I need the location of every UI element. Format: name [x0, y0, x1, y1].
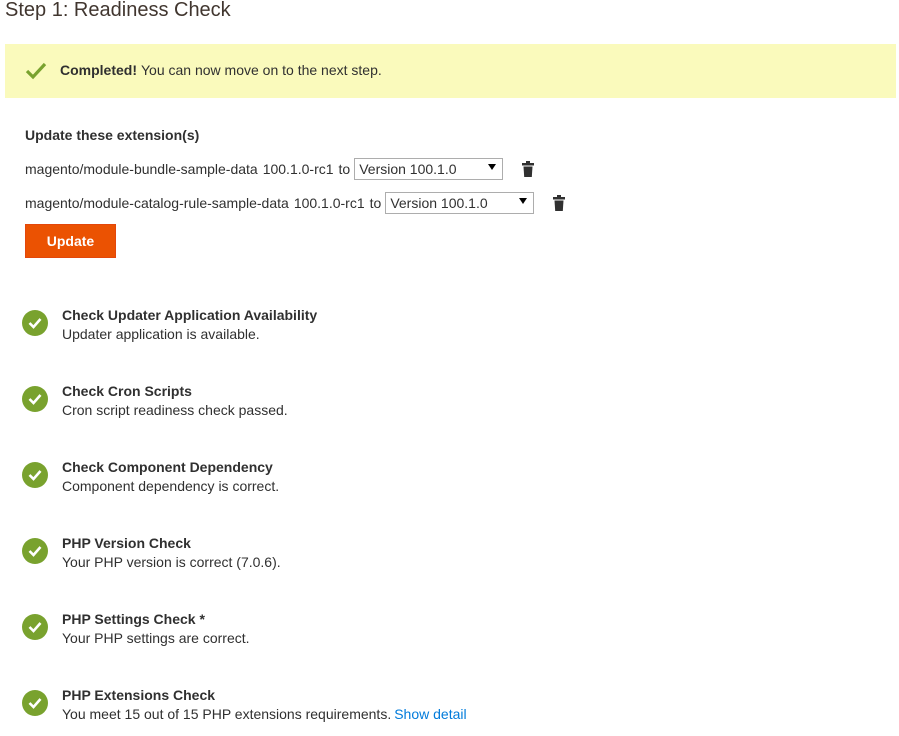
extension-name: magento/module-bundle-sample-data: [25, 161, 258, 177]
version-select-value: Version 100.1.0: [390, 195, 488, 211]
check-title: Check Component Dependency: [62, 459, 273, 475]
readiness-check-item: Check Updater Application Availability U…: [22, 307, 882, 351]
success-check-icon: [22, 310, 48, 336]
success-check-icon: [22, 614, 48, 640]
readiness-check-item: Check Component Dependency Component dep…: [22, 459, 882, 503]
version-select[interactable]: Version 100.1.0: [385, 192, 535, 214]
check-description: Your PHP version is correct (7.0.6).: [62, 554, 281, 570]
extension-row: magento/module-bundle-sample-data 100.1.…: [25, 158, 535, 180]
success-message-text: You can now move on to the next step.: [141, 62, 382, 78]
check-icon: [25, 61, 47, 81]
readiness-check-item: PHP Version Check Your PHP version is co…: [22, 535, 882, 579]
readiness-check-item: PHP Settings Check * Your PHP settings a…: [22, 611, 882, 655]
page-title: Step 1: Readiness Check: [5, 0, 231, 21]
success-message-strong: Completed!: [60, 62, 137, 78]
success-check-icon: [22, 386, 48, 412]
check-description: You meet 15 out of 15 PHP extensions req…: [62, 706, 467, 722]
check-title: PHP Version Check: [62, 535, 191, 551]
success-banner: Completed! You can now move on to the nex…: [5, 44, 896, 98]
success-check-icon: [22, 538, 48, 564]
extension-name: magento/module-catalog-rule-sample-data: [25, 195, 289, 211]
check-description-text: You meet 15 out of 15 PHP extensions req…: [62, 706, 392, 722]
extension-current-version: 100.1.0-rc1: [262, 161, 334, 177]
success-message: Completed! You can now move on to the nex…: [60, 62, 382, 78]
check-title: Check Cron Scripts: [62, 383, 192, 399]
update-button[interactable]: Update: [25, 224, 116, 258]
dropdown-arrow-icon: [488, 164, 497, 170]
readiness-check-item: Check Cron Scripts Cron script readiness…: [22, 383, 882, 427]
readiness-check-item: PHP Extensions Check You meet 15 out of …: [22, 687, 882, 731]
trash-icon[interactable]: [553, 195, 566, 211]
extensions-heading: Update these extension(s): [25, 127, 200, 143]
extension-current-version: 100.1.0-rc1: [293, 195, 365, 211]
extensions-section: Update these extension(s): [25, 127, 199, 143]
check-description: Updater application is available.: [62, 326, 260, 342]
dropdown-arrow-icon: [519, 198, 528, 204]
success-check-icon: [22, 462, 48, 488]
version-select-value: Version 100.1.0: [359, 161, 457, 177]
to-label: to: [369, 195, 382, 211]
extension-row: magento/module-catalog-rule-sample-data …: [25, 192, 566, 214]
to-label: to: [338, 161, 351, 177]
version-select[interactable]: Version 100.1.0: [354, 158, 504, 180]
check-description: Cron script readiness check passed.: [62, 402, 288, 418]
show-detail-link[interactable]: Show detail: [394, 706, 466, 722]
check-title: PHP Extensions Check: [62, 687, 216, 703]
check-title: Check Updater Application Availability: [62, 307, 318, 323]
check-description: Component dependency is correct.: [62, 478, 280, 494]
check-description: Your PHP settings are correct.: [62, 630, 250, 646]
trash-icon[interactable]: [522, 161, 535, 177]
success-check-icon: [22, 690, 48, 716]
check-title: PHP Settings Check *: [62, 611, 205, 627]
